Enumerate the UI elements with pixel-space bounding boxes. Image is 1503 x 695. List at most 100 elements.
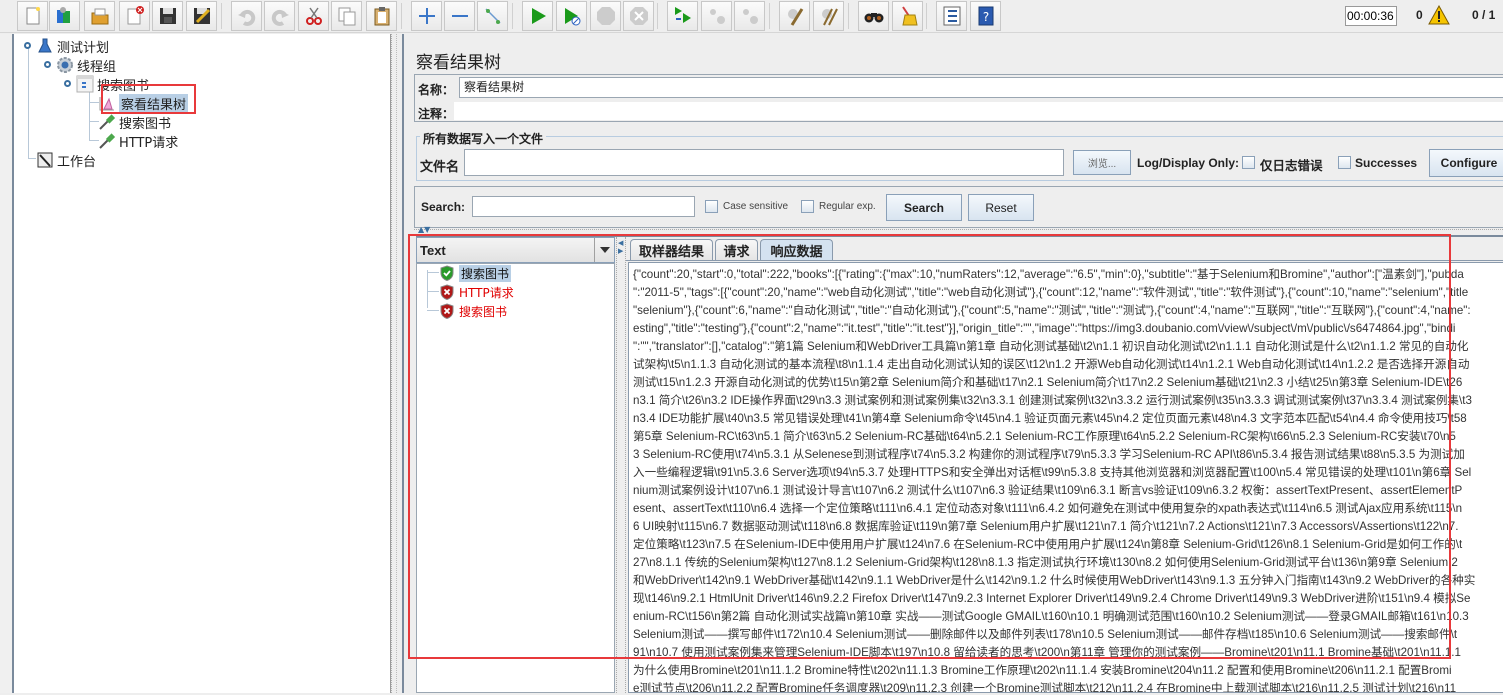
panel-divider[interactable]	[414, 229, 1503, 233]
reset-button[interactable]: Reset	[968, 194, 1034, 221]
stop-button[interactable]	[590, 1, 621, 31]
remote-shutdown-button[interactable]	[734, 1, 765, 31]
warning-icon[interactable]	[1428, 4, 1450, 28]
stop-icon	[596, 7, 615, 25]
filename-label: 文件名	[420, 160, 460, 175]
shutdown-button[interactable]	[623, 1, 654, 31]
clear-all-icon	[821, 8, 838, 26]
renderer-select[interactable]: Text	[416, 237, 615, 263]
remote-stop-button[interactable]	[701, 1, 732, 31]
sample-results-tree[interactable]: 搜索图书 HTTP请求 搜索图书	[416, 263, 615, 693]
toggle-button[interactable]	[477, 1, 508, 31]
response-data-view[interactable]: {"count":20,"start":0,"total":222,"books…	[628, 262, 1503, 693]
search-binoculars-button[interactable]	[858, 1, 889, 31]
filename-field[interactable]	[464, 149, 1064, 176]
tree-item-thread-group[interactable]: 线程组	[56, 56, 116, 75]
split-arrows-icon[interactable]: ◀ ▶	[618, 239, 623, 255]
reset-search-broom-button[interactable]	[892, 1, 923, 31]
response-line: {"count":20,"start":0,"total":222,"books…	[633, 268, 1464, 281]
new-button[interactable]	[17, 1, 48, 31]
tree-item-workbench[interactable]: 工作台	[36, 151, 97, 170]
toolbar-separator	[657, 3, 658, 29]
new-icon	[26, 7, 40, 25]
tree-toggle-knob[interactable]	[44, 61, 51, 68]
tree-item-view-results-tree[interactable]: 察看结果树	[98, 93, 189, 113]
view-results-tree-panel: 察看结果树 名称： 察看结果树 注释： 所有数据写入一个文件 文件名 浏览...…	[402, 34, 1503, 693]
cut-button[interactable]	[298, 1, 329, 31]
comment-field[interactable]	[454, 102, 1503, 120]
function-helper-button[interactable]	[936, 1, 967, 31]
undo-button[interactable]	[231, 1, 262, 31]
response-line: 6 UI映射\t115\n6.7 数据驱动测试\t118\n6.8 数据库验证\…	[633, 520, 1459, 533]
paste-button[interactable]	[366, 1, 397, 31]
response-text[interactable]: {"count":20,"start":0,"total":222,"books…	[633, 266, 1503, 693]
sample-result-item[interactable]: HTTP请求	[439, 283, 514, 301]
chevron-down-icon[interactable]	[594, 238, 614, 262]
remote-stop-icon	[709, 9, 725, 24]
save-button[interactable]	[152, 1, 183, 31]
split-arrows-icon[interactable]: ▲▼	[418, 225, 430, 234]
tab-response-data[interactable]: 响应数据	[760, 239, 833, 261]
response-line: ":"2011-5","tags":[{"count":20,"name":"w…	[633, 286, 1469, 299]
tree-item-sampler-http[interactable]: HTTP请求	[98, 132, 178, 151]
tree-item-sampler-search-books[interactable]: 搜索图书	[98, 113, 172, 132]
response-line: 3 Selenium-RC使用\t74\n5.3.1 从Selenese到测试程…	[633, 448, 1465, 461]
test-plan-icon	[36, 37, 54, 55]
configure-button[interactable]: Configure	[1429, 149, 1503, 177]
tree-item-label: 工作台	[57, 154, 97, 170]
save-as-button[interactable]	[186, 1, 217, 31]
start-no-pause-button[interactable]	[556, 1, 587, 31]
tab-request[interactable]: 请求	[715, 239, 758, 261]
remote-start-button[interactable]	[667, 1, 698, 31]
start-button[interactable]	[522, 1, 553, 31]
test-plan-tree[interactable]: 测试计划 线程组 搜索图书 察看结果树 搜索图书 HTTP请求 工作台	[14, 34, 391, 693]
successes-checkbox[interactable]	[1338, 156, 1351, 169]
tree-item-test-plan[interactable]: 测试计划	[36, 37, 109, 56]
tree-connector	[28, 158, 36, 159]
clear-button[interactable]	[779, 1, 810, 31]
redo-button[interactable]	[264, 1, 295, 31]
function-helper-icon	[943, 6, 960, 26]
elapsed-timer: 00:00:36	[1345, 6, 1397, 26]
sample-result-item[interactable]: 搜索图书	[439, 302, 507, 320]
tree-item-label: 搜索图书	[119, 116, 172, 132]
errors-only-checkbox[interactable]	[1242, 156, 1255, 169]
copy-button[interactable]	[331, 1, 362, 31]
regex-checkbox[interactable]	[801, 200, 814, 213]
start-icon	[531, 8, 546, 24]
search-input[interactable]	[472, 196, 695, 217]
search-button[interactable]: Search	[886, 194, 962, 221]
clear-icon	[787, 8, 803, 26]
tab-sampler-result[interactable]: 取样器结果	[630, 239, 713, 261]
results-splitter[interactable]	[616, 237, 626, 693]
name-label: 名称：	[418, 83, 455, 97]
tree-item-label: 察看结果树	[119, 93, 189, 113]
remote-shutdown-icon	[742, 9, 758, 24]
case-sensitive-checkbox[interactable]	[705, 200, 718, 213]
help-button[interactable]: ?	[970, 1, 1001, 31]
templates-button[interactable]	[49, 1, 80, 31]
listener-icon	[98, 94, 116, 112]
tree-toggle-knob[interactable]	[24, 42, 31, 49]
browse-button[interactable]: 浏览...	[1073, 150, 1131, 175]
response-line: 和WebDriver\t142\n9.1 WebDriver基础\t142\n9…	[633, 574, 1476, 587]
tree-item-transaction-controller[interactable]: 搜索图书	[76, 75, 149, 94]
open-button[interactable]	[84, 1, 115, 31]
search-label: Search:	[421, 200, 466, 214]
sample-result-item[interactable]: 搜索图书	[439, 264, 512, 282]
pane-splitter[interactable]	[391, 34, 401, 693]
response-line: esent、assertText\t110\n6.4 选择一个定位策略\t111…	[633, 502, 1463, 515]
name-field[interactable]: 察看结果树	[459, 77, 1503, 98]
sampler-pipette-icon	[98, 132, 116, 150]
response-line: 入一些编程逻辑\t91\n5.3.6 Server选项\t94\n5.3.7 处…	[633, 466, 1472, 479]
collapse-button[interactable]	[444, 1, 475, 31]
successes-label: Successes	[1355, 156, 1418, 170]
active-threads: 0 / 1	[1472, 8, 1496, 22]
expand-button[interactable]	[411, 1, 442, 31]
clear-all-button[interactable]	[813, 1, 844, 31]
close-button[interactable]	[119, 1, 150, 31]
case-sensitive-label: Case sensitive	[723, 201, 789, 212]
response-line: e测试节点\t206\n11.2.2 配置Bromine任务调度器\t209\n…	[633, 682, 1457, 693]
toggle-icon	[484, 8, 501, 24]
tree-toggle-knob[interactable]	[64, 80, 71, 87]
